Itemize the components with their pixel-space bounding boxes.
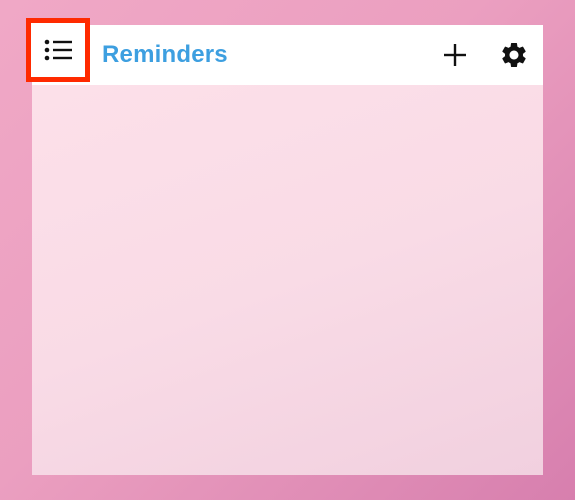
settings-button[interactable] (497, 38, 531, 72)
menu-button[interactable] (26, 18, 90, 82)
reminders-list-area[interactable] (32, 85, 543, 475)
reminders-window: Reminders (26, 18, 543, 475)
gear-icon (502, 43, 526, 67)
add-button[interactable] (438, 38, 472, 72)
list-icon (44, 39, 72, 61)
app-header: Reminders (26, 18, 543, 85)
page-title: Reminders (102, 41, 228, 68)
plus-icon (444, 44, 466, 66)
